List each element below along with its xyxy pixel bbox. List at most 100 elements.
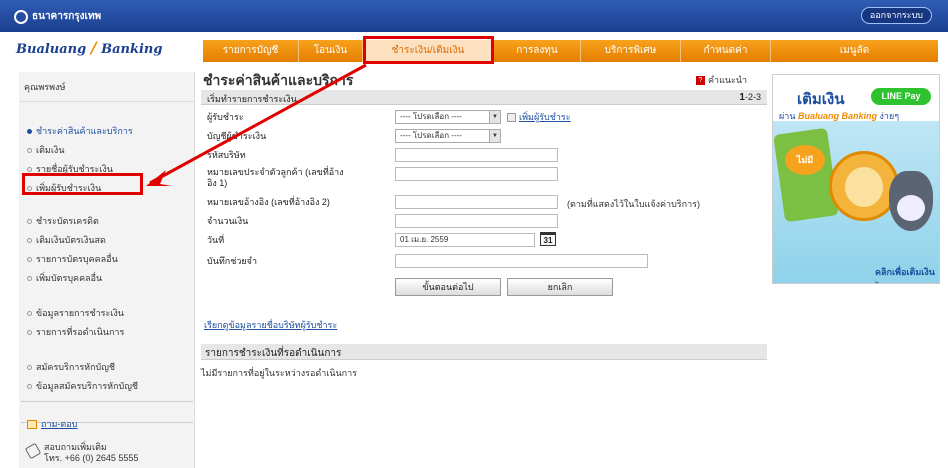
- bullet-icon: [27, 275, 32, 281]
- contact-info: สอบถามเพิ่มเติม โทร. +66 (0) 2645 5555: [24, 442, 139, 464]
- contact-phone: โทร. +66 (0) 2645 5555: [44, 453, 139, 463]
- bank-logo-icon: [14, 9, 28, 24]
- bullet-icon: [27, 364, 32, 370]
- ref2-input[interactable]: [395, 195, 558, 209]
- page-title: ชำระค่าสินค้าและบริการ: [203, 72, 354, 88]
- date-input[interactable]: 01 เม.ย. 2559: [395, 233, 535, 247]
- faq-link[interactable]: ถาม-ตอบ: [27, 417, 77, 431]
- rabbit-face-icon: [897, 195, 925, 221]
- step-rest: -2-3: [744, 92, 761, 102]
- bullet-icon: [27, 256, 32, 262]
- ad-subtitle: ผ่าน Bualuang Banking ง่ายๆ: [779, 109, 899, 123]
- sidebar: คุณพรพงษ์ ชำระค่าสินค้าและบริการ เติมเงิ…: [19, 72, 195, 468]
- add-payee-link[interactable]: เพิ่มผู้รับชำระ: [507, 110, 571, 124]
- ref1-label: หมายเลขประจำตัวลูกค้า (เลขที่อ้าง อิง 1): [207, 167, 344, 189]
- nav-tab-accounts[interactable]: รายการบัญชี: [203, 40, 299, 62]
- help-link[interactable]: ? คำแนะนำ: [696, 73, 747, 87]
- ad-bubble: ไม่มี: [785, 145, 825, 175]
- sidebar-item-direct-debit[interactable]: สมัครบริการหักบัญชี: [27, 360, 115, 374]
- nav-tab-shortcuts[interactable]: เมนูลัด: [771, 40, 938, 62]
- amount-label: จำนวนเงิน: [207, 216, 249, 226]
- sidebar-item-label: รายการที่รอดำเนินการ: [36, 327, 125, 337]
- ref2-label: หมายเลขอ้างอิง (เลขที่อ้างอิง 2): [207, 197, 330, 207]
- bullet-icon: [27, 147, 32, 153]
- sidebar-item-top-up[interactable]: เติมเงิน: [27, 143, 64, 157]
- bank-name: ธนาคารกรุงเทพ: [32, 11, 102, 22]
- sidebar-highlight-box: [22, 173, 143, 195]
- step-title: เริ่มทำรายการชำระเงิน: [207, 94, 297, 104]
- sidebar-item-direct-debit-info[interactable]: ข้อมูลสมัครบริการหักบัญชี: [27, 379, 138, 393]
- sidebar-item-add-other-card[interactable]: เพิ่มบัตรบุคคลอื่น: [27, 271, 102, 285]
- sidebar-item-label: ข้อมูลรายการชำระเงิน: [36, 308, 124, 318]
- line-pay-ad-banner[interactable]: เติมเงิน LINE Pay ผ่าน Bualuang Banking …: [772, 74, 940, 284]
- sidebar-item-other-cards[interactable]: รายการบัตรบุคคลอื่น: [27, 252, 118, 266]
- add-payee-label: เพิ่มผู้รับชำระ: [519, 112, 571, 122]
- ad-cta-link[interactable]: คลิกเพื่อเติมเงิน >: [875, 265, 939, 283]
- ad-headline: เติมเงิน: [797, 91, 845, 108]
- payee-select-value: ---- โปรดเลือก ----: [400, 112, 462, 121]
- sidebar-item-label: รายการบัตรบุคคลอื่น: [36, 254, 118, 264]
- pending-empty-message: ไม่มีรายการที่อยู่ในระหว่างรอดำเนินการ: [201, 368, 358, 378]
- step-header: เริ่มทำรายการชำระเงิน 1-2-3: [201, 90, 767, 105]
- calendar-icon[interactable]: 31: [540, 232, 556, 246]
- add-payee-icon: [507, 112, 516, 122]
- bullet-icon: [27, 218, 32, 224]
- contact-line-1: สอบถามเพิ่มเติม: [44, 442, 107, 452]
- ad-sub-prefix: ผ่าน: [779, 111, 796, 121]
- account-label: บัญชีผู้ชำระเงิน: [207, 131, 267, 141]
- memo-label: บันทึกช่วยจำ: [207, 256, 258, 266]
- next-step-button[interactable]: ขั้นตอนต่อไป: [395, 278, 501, 296]
- bullet-icon: [27, 383, 32, 389]
- company-code-label: รหัสบริษัท: [207, 150, 246, 160]
- ad-sub-brand: Bualuang Banking: [798, 111, 878, 121]
- sidebar-item-pending[interactable]: รายการที่รอดำเนินการ: [27, 325, 124, 339]
- memo-input[interactable]: [395, 254, 648, 268]
- payee-select[interactable]: ---- โปรดเลือก ---- ▼: [395, 110, 501, 124]
- phone-icon: [24, 442, 42, 460]
- sidebar-user-name: คุณพรพงษ์: [19, 72, 194, 102]
- faq-icon: [27, 419, 37, 429]
- company-code-input[interactable]: [395, 148, 558, 162]
- nav-tab-special-services[interactable]: บริการพิเศษ: [581, 40, 681, 62]
- nav-tab-investment[interactable]: การลงทุน: [494, 40, 581, 62]
- line-pay-badge: LINE Pay: [871, 88, 931, 105]
- account-select[interactable]: ---- โปรดเลือก ---- ▼: [395, 129, 501, 143]
- bullet-icon: [27, 128, 32, 134]
- brand-slash-icon: /: [90, 38, 97, 57]
- sidebar-item-label: เติมเงินบัตรเงินสด: [36, 235, 106, 245]
- amount-input[interactable]: [395, 214, 558, 228]
- ref1-label-line-2: อิง 1): [207, 178, 228, 188]
- sidebar-item-label: สมัครบริการหักบัญชี: [36, 362, 116, 372]
- bullet-icon: [27, 329, 32, 335]
- step-indicator: 1-2-3: [739, 92, 761, 103]
- sidebar-item-label: ชำระบัตรเครดิต: [36, 216, 99, 226]
- main-nav: รายการบัญชี โอนเงิน ชำระเงิน/เติมเงิน กา…: [203, 40, 938, 62]
- pending-title: รายการชำระเงินที่รอดำเนินการ: [205, 348, 342, 359]
- logout-button[interactable]: ออกจากระบบ: [860, 7, 932, 24]
- help-icon: ?: [696, 75, 705, 85]
- bullet-icon: [27, 310, 32, 316]
- help-label: คำแนะนำ: [708, 75, 748, 85]
- payee-label: ผู้รับชำระ: [207, 112, 244, 122]
- sidebar-item-pay-credit-card[interactable]: ชำระบัตรเครดิต: [27, 214, 99, 228]
- sidebar-item-label: ข้อมูลสมัครบริการหักบัญชี: [36, 381, 139, 391]
- sidebar-item-label: เติมเงิน: [36, 145, 65, 155]
- faq-label: ถาม-ตอบ: [41, 419, 78, 429]
- sidebar-item-payment-info[interactable]: ข้อมูลรายการชำระเงิน: [27, 306, 124, 320]
- sidebar-item-label: เพิ่มบัตรบุคคลอื่น: [36, 273, 103, 283]
- cancel-button[interactable]: ยกเลิก: [507, 278, 613, 296]
- sidebar-item-top-up-cash-card[interactable]: เติมเงินบัตรเงินสด: [27, 233, 106, 247]
- nav-tab-transfer[interactable]: โอนเงิน: [299, 40, 363, 62]
- sidebar-item-pay-bills[interactable]: ชำระค่าสินค้าและบริการ: [27, 124, 133, 138]
- ref1-label-line-1: หมายเลขประจำตัวลูกค้า (เลขที่อ้าง: [207, 167, 344, 177]
- ref1-input[interactable]: [395, 167, 558, 181]
- brand-right: Banking: [101, 42, 163, 57]
- ad-sub-suffix: ง่ายๆ: [879, 111, 900, 121]
- nav-highlight-box: [363, 36, 494, 64]
- phone-illustration-icon: [773, 127, 839, 223]
- ref2-note: (ตามที่แสดงไว้ในใบแจ้งค่าบริการ): [567, 199, 700, 209]
- pending-header: รายการชำระเงินที่รอดำเนินการ: [201, 344, 767, 360]
- bullet-icon: [27, 237, 32, 243]
- nav-tab-settings[interactable]: กำหนดค่า: [681, 40, 771, 62]
- view-payee-company-list-link[interactable]: เรียกดูข้อมูลรายชื่อบริษัทผู้รับชำระ: [204, 318, 337, 332]
